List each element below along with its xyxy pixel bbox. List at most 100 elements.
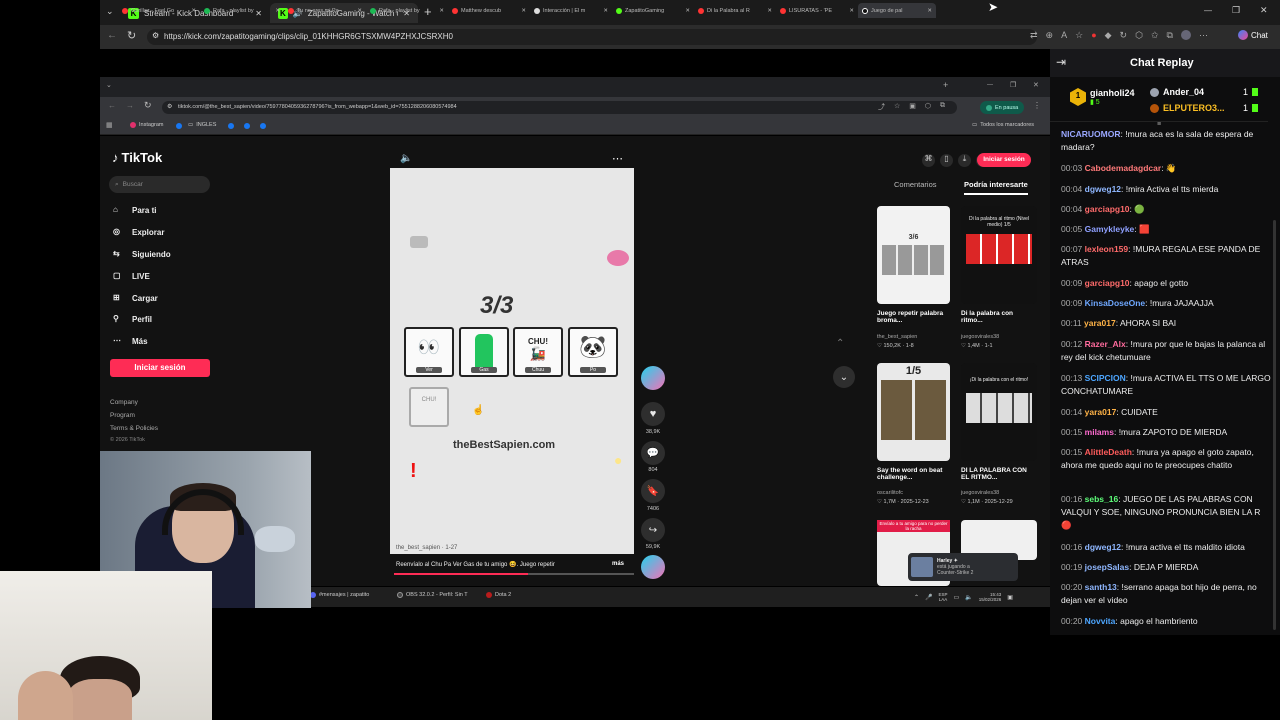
message-username[interactable]: milams [1085, 427, 1114, 437]
notifications-icon[interactable]: ▣ [1007, 594, 1013, 601]
creator-avatar[interactable] [641, 366, 665, 390]
message-username[interactable]: josepSalas [1085, 562, 1129, 572]
facebook-icon[interactable] [244, 123, 250, 129]
device-icon[interactable]: ▯ [940, 154, 953, 167]
favorites-icon[interactable]: ✩ [1151, 30, 1159, 41]
suggestion-title[interactable]: Say the word on beat challenge... [877, 467, 951, 481]
message-username[interactable]: yara017 [1085, 407, 1117, 417]
message-username[interactable]: dgweg12 [1085, 542, 1121, 552]
footer-terms-link[interactable]: Terms & Policies [110, 425, 158, 432]
inner-tab[interactable]: Di la Palabra al R ✕ [694, 3, 776, 18]
clock[interactable]: 15:43 15/02/2026 [979, 592, 1002, 602]
close-tab-icon[interactable]: ✕ [357, 8, 362, 14]
inner-tab-active[interactable]: Juego de pal ✕ [858, 3, 936, 18]
speaker-icon[interactable]: 🔈 [965, 594, 972, 601]
message-username[interactable]: sebs_16 [1085, 494, 1119, 504]
inner-back-icon[interactable]: ← [108, 101, 116, 110]
volume-icon[interactable]: 🔈 [400, 153, 412, 164]
nav-cargar[interactable]: ⊞ Cargar [113, 293, 158, 304]
footer-company-link[interactable]: Company [110, 399, 138, 406]
close-tab-icon[interactable]: ✕ [521, 8, 526, 14]
message-username[interactable]: yara017 [1084, 318, 1116, 328]
previous-video-icon[interactable]: ⌃ [836, 338, 844, 349]
message-username[interactable]: santh13 [1085, 582, 1117, 592]
download-icon[interactable]: ⤓ [958, 154, 971, 167]
close-tab-icon[interactable]: ✕ [849, 8, 854, 14]
message-username[interactable]: garciapg10 [1085, 204, 1130, 214]
inner-url-field[interactable]: ⚙ tiktok.com/@the_best_sapien/video/7597… [162, 101, 957, 114]
tiktok-logo[interactable]: ♪ TikTok [112, 150, 162, 165]
message-username[interactable]: dgweg12 [1085, 184, 1121, 194]
extensions-icon[interactable]: ⬡ [1135, 30, 1143, 41]
maximize-window-icon[interactable]: ❐ [1232, 5, 1240, 16]
message-username[interactable]: KinsaDoseOne [1085, 298, 1145, 308]
like-button[interactable]: ♥ [641, 402, 665, 426]
message-username[interactable]: AlittleDeath [1085, 447, 1132, 457]
search-input[interactable]: ⌕ Buscar [109, 176, 210, 193]
extension-red-icon[interactable]: ● [1091, 30, 1096, 41]
nav-explorar[interactable]: ◎ Explorar [113, 227, 164, 238]
site-info-icon[interactable]: ⚙ [167, 103, 172, 110]
close-tab-icon[interactable]: ✕ [685, 8, 690, 14]
inner-tab[interactable]: ZapatitoGaming ✕ [612, 3, 694, 18]
top-login-button[interactable]: Iniciar sesión [977, 153, 1031, 167]
inner-new-tab-icon[interactable]: + [943, 80, 948, 90]
suggestion-title[interactable]: Di la palabra con ritmo... [961, 310, 1035, 324]
message-username[interactable]: Razer_Alx [1085, 339, 1126, 349]
music-disc[interactable] [641, 555, 665, 579]
cast-icon[interactable]: ⤴ [878, 102, 885, 112]
nav-siguiendo[interactable]: ⇆ Siguiendo [113, 249, 171, 260]
inner-reload-icon[interactable]: ↻ [144, 100, 152, 111]
reload-icon[interactable]: ↻ [127, 29, 136, 42]
close-tab-icon[interactable]: ✕ [927, 8, 932, 14]
taskbar-discord[interactable]: #mensajes | zapatito [310, 592, 369, 598]
suggestion-user[interactable]: the_best_sapien [877, 334, 917, 340]
comment-button[interactable]: 💬 [641, 441, 665, 465]
collections-icon[interactable]: ⧉ [1167, 30, 1173, 41]
nav-perfil[interactable]: ⚲ Perfil [113, 314, 152, 325]
profile-avatar[interactable] [1180, 30, 1191, 40]
sidebar-login-button[interactable]: Iniciar sesión [110, 359, 210, 377]
close-tab-icon[interactable]: ✕ [191, 8, 196, 14]
inner-tab[interactable]: Matthew descub ✕ [448, 3, 530, 18]
suggestion-title[interactable]: Juego repetir palabra broma... [877, 310, 951, 324]
bookmark-star-icon[interactable]: ☆ [894, 102, 900, 112]
message-username[interactable]: lexleon159 [1085, 244, 1128, 254]
suggestion-thumb-2[interactable]: Di la palabra al ritmo (Nivel medio) 1/5 [961, 206, 1037, 304]
inner-tab[interactable]: Rafa - playlist by ✕ [366, 3, 448, 18]
message-username[interactable]: Cabodemadagdcar [1085, 163, 1162, 173]
outer-url-field[interactable]: ⚙ https://kick.com/zapatitogaming/clips/… [147, 29, 1037, 45]
footer-program-link[interactable]: Program [110, 412, 135, 419]
close-window-icon[interactable]: ✕ [1260, 5, 1268, 16]
extension-icon[interactable]: ◆ [1105, 30, 1112, 41]
discord-toast[interactable]: Harley ✦ está jugando a Counter-Strike 2 [908, 553, 1018, 581]
nav-mas[interactable]: ⋯ Más [113, 336, 148, 347]
suggestion-user[interactable]: oscarilitofc [877, 490, 903, 496]
inner-maximize-icon[interactable]: ❐ [1010, 81, 1016, 89]
share-button[interactable]: ↪ [641, 518, 665, 542]
collapse-chat-icon[interactable]: ⇥ [1056, 55, 1066, 69]
inner-tab[interactable]: LISURATAS - 'PE ✕ [776, 3, 858, 18]
video-progress-bar[interactable] [394, 573, 634, 575]
extensions-icon[interactable]: ⬡ [925, 102, 931, 112]
read-aloud-icon[interactable]: A [1061, 30, 1067, 41]
translate-icon[interactable]: ⇄ [1030, 30, 1038, 41]
message-username[interactable]: Novvita [1085, 616, 1116, 626]
nav-para-ti[interactable]: ⌂ Para ti [113, 205, 156, 216]
next-video-button[interactable]: ⌄ [833, 366, 855, 388]
language-indicator[interactable]: ESP LAA [939, 592, 948, 602]
close-tab-icon[interactable]: ✕ [439, 8, 444, 14]
mic-icon[interactable]: 🎤 [925, 594, 932, 601]
suggestion-user[interactable]: juegosvirales38 [961, 334, 999, 340]
inner-close-icon[interactable]: ✕ [1033, 81, 1039, 89]
taskbar-obs[interactable]: OBS 32.0.2 - Perfil: Sin T [397, 592, 468, 598]
leaderboard-second[interactable]: Ander_04 1 [1150, 87, 1258, 97]
minimize-window-icon[interactable]: — [1204, 6, 1212, 15]
inner-forward-icon[interactable]: → [126, 101, 134, 110]
favorite-icon[interactable]: ☆ [1075, 30, 1083, 41]
site-info-icon[interactable]: ⚙ [152, 31, 159, 40]
leaderboard-third[interactable]: ELPUTERO3... 1 [1150, 103, 1258, 113]
suggestion-user[interactable]: juegosvirales38 [961, 490, 999, 496]
inner-tab[interactable]: Tu no eres mi Pa ✕ [284, 3, 366, 18]
tray-chevron-icon[interactable]: ⌃ [914, 594, 919, 601]
